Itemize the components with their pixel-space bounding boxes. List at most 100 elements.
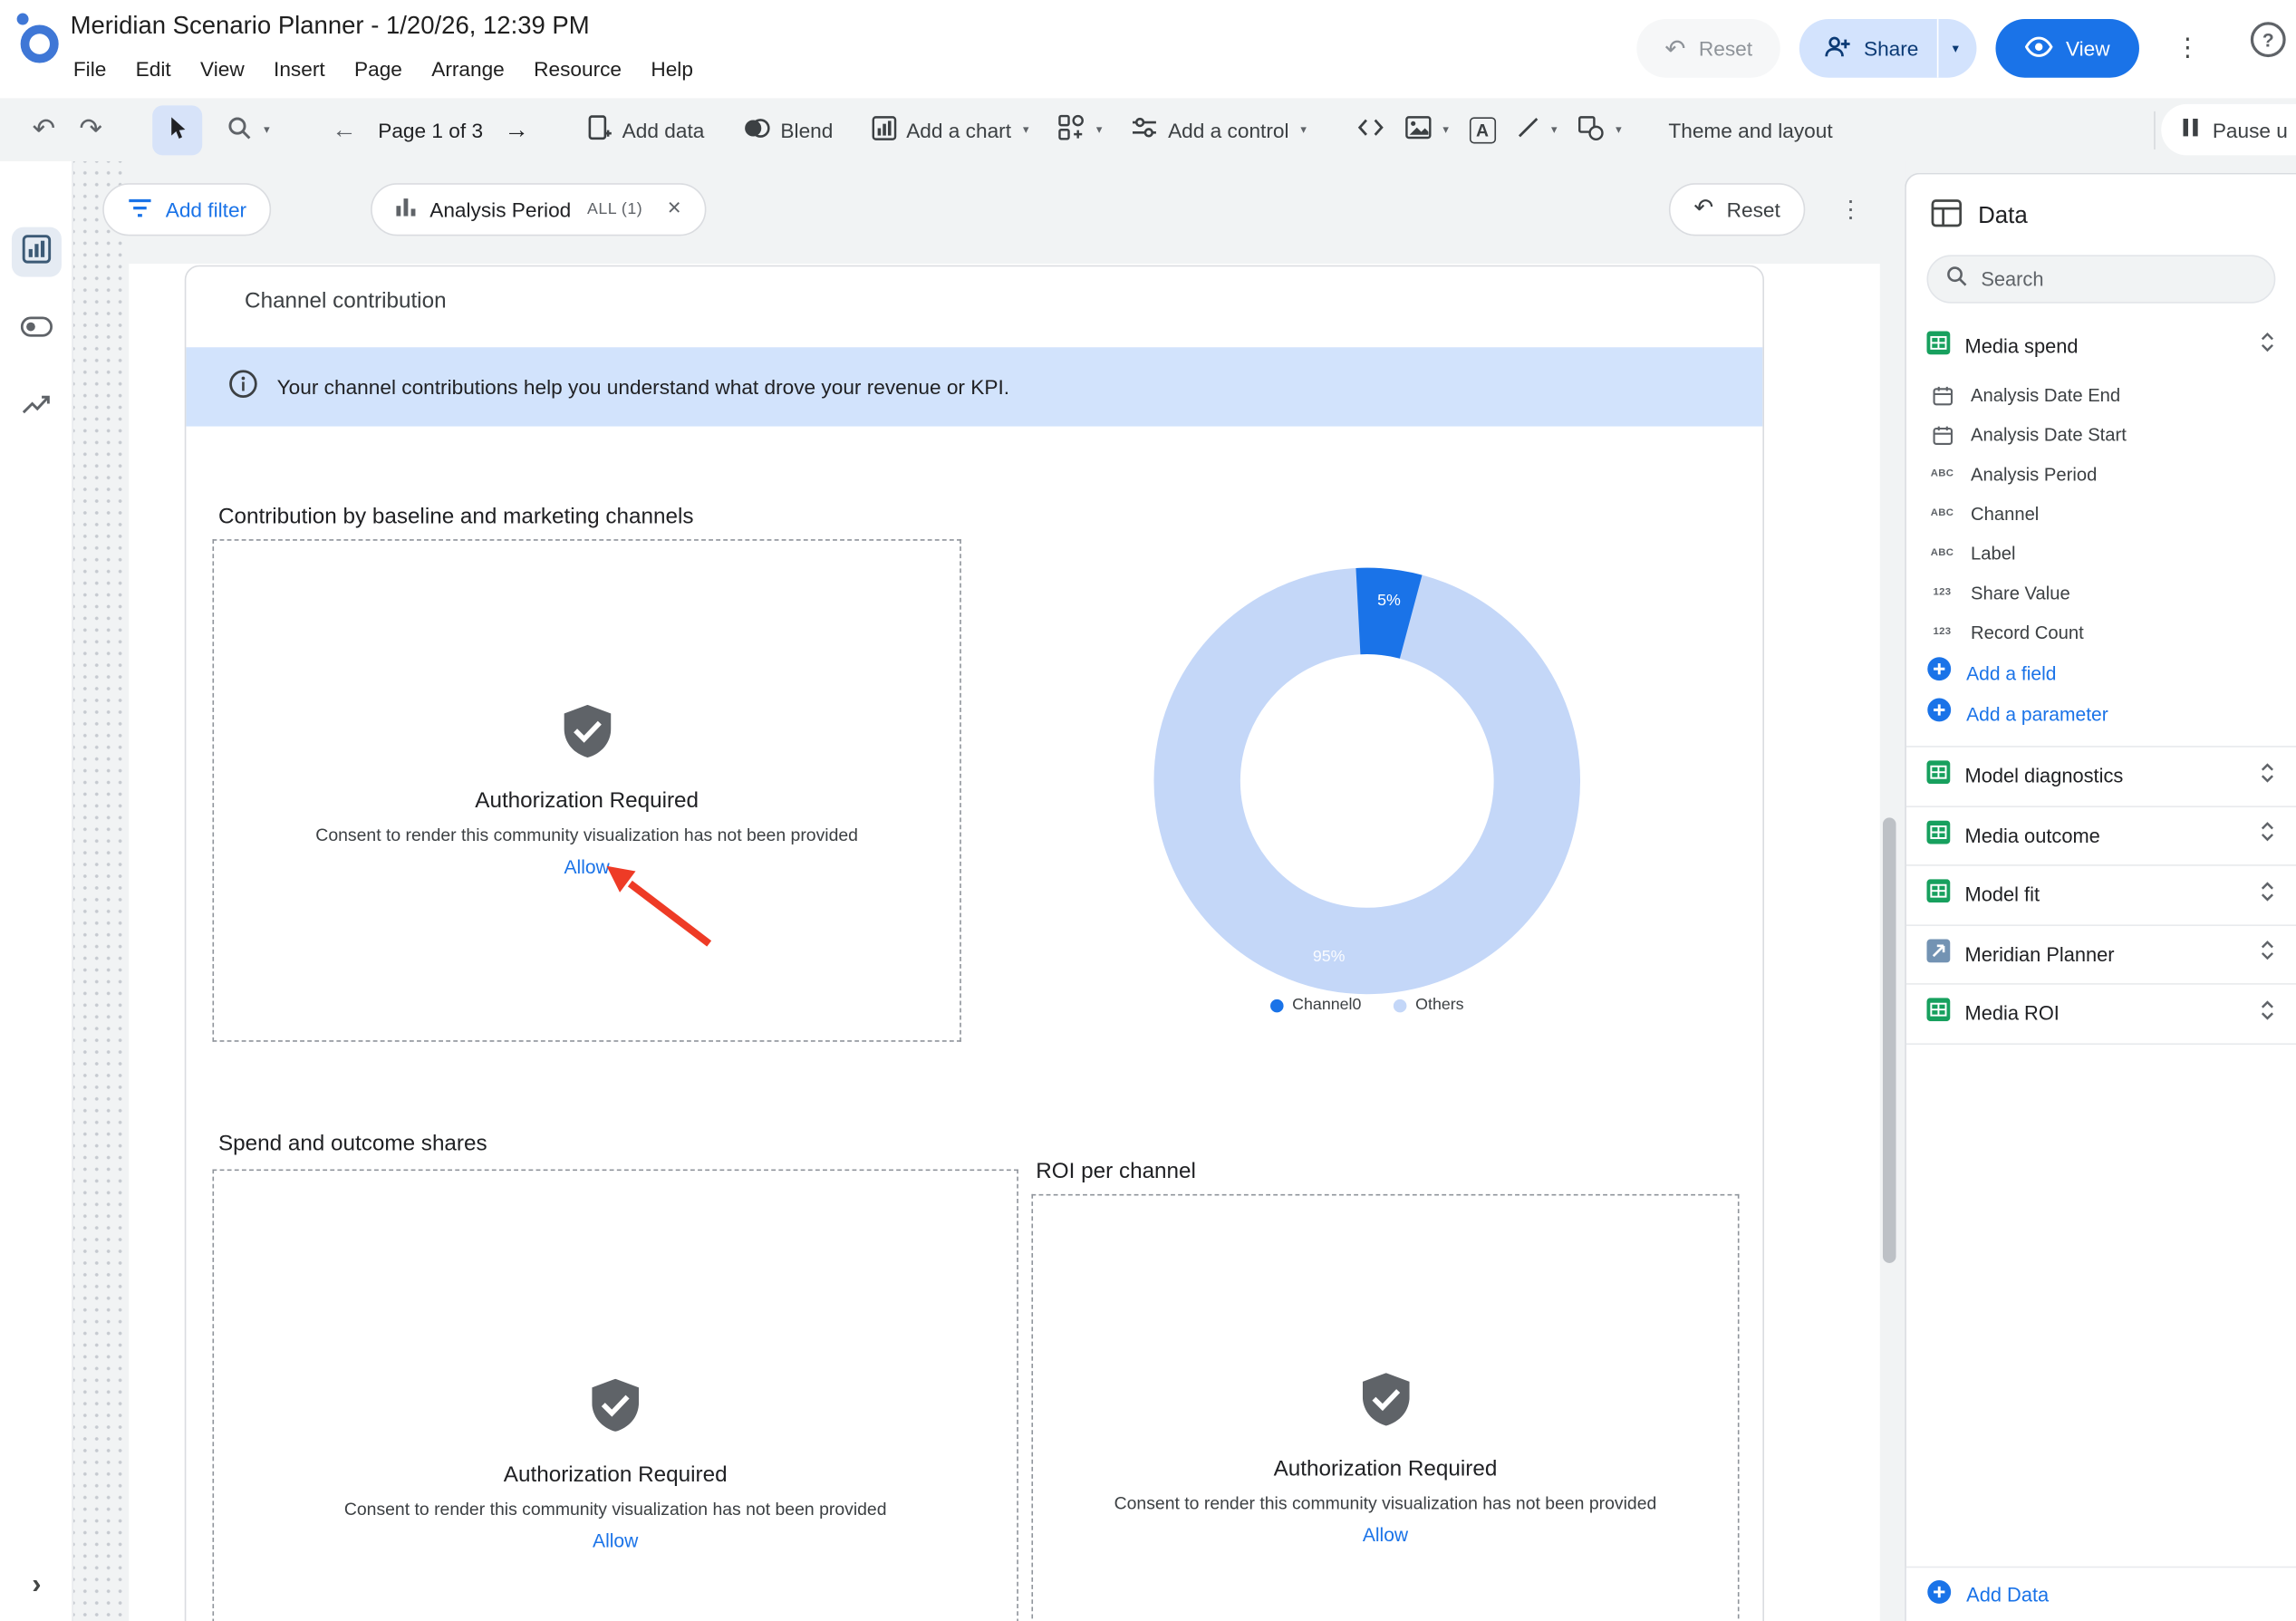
redo-button[interactable]: ↷ <box>67 105 114 153</box>
remove-filter-icon[interactable]: × <box>668 198 681 221</box>
add-parameter-button[interactable]: Add a parameter <box>1906 693 2296 734</box>
rail-report-charts-button[interactable] <box>11 227 61 277</box>
add-data-button[interactable]: Add data <box>575 105 715 153</box>
reset-button[interactable]: ↶ Reset <box>1637 19 1780 78</box>
undo-button[interactable]: ↶ <box>21 105 68 153</box>
data-source-label: Meridian Planner <box>1965 943 2245 965</box>
allow-link[interactable]: Allow <box>593 1529 638 1551</box>
menu-page[interactable]: Page <box>340 52 417 87</box>
line-tool-button[interactable]: ▾ <box>1506 105 1568 153</box>
canvas-scrollbar[interactable] <box>1883 817 1896 1263</box>
field-analysis-date-end[interactable]: Analysis Date End <box>1906 375 2296 415</box>
add-chart-button[interactable]: Add a chart ▾ <box>861 105 1039 153</box>
menu-file[interactable]: File <box>59 52 121 87</box>
filter-bar-more-button[interactable]: ⋮ <box>1826 185 1876 235</box>
data-source-media-outcome[interactable]: Media outcome <box>1906 806 2296 865</box>
legend-item-channel0[interactable]: Channel0 <box>1270 997 1361 1014</box>
select-tool-button[interactable] <box>152 105 202 155</box>
community-visualizations-button[interactable]: ▾ <box>1047 105 1112 153</box>
collapse-source-icon[interactable] <box>2260 331 2276 360</box>
share-button[interactable]: Share <box>1799 19 1938 78</box>
filter-chip-label: Analysis Period <box>429 198 571 221</box>
share-dropdown-button[interactable]: ▾ <box>1937 19 1976 78</box>
expand-source-icon[interactable] <box>2260 940 2276 969</box>
rail-trends-button[interactable] <box>11 382 61 432</box>
filter-icon <box>128 197 152 221</box>
zoom-tool-button[interactable]: ▾ <box>217 105 280 153</box>
filter-reset-button[interactable]: ↶ Reset <box>1669 183 1805 236</box>
eye-icon <box>2025 36 2053 61</box>
add-control-button[interactable]: Add a control ▾ <box>1121 105 1317 153</box>
auth-required-message: Consent to render this community visuali… <box>1114 1493 1657 1514</box>
image-icon <box>1404 116 1431 144</box>
page-indicator[interactable]: Page 1 of 3 <box>368 118 493 141</box>
data-source-media-roi[interactable]: Media ROI <box>1906 985 2296 1044</box>
add-field-button[interactable]: Add a field <box>1906 652 2296 693</box>
search-input[interactable] <box>1981 268 2230 290</box>
help-button[interactable]: ? <box>2251 22 2286 57</box>
section-title-spend-outcome: Spend and outcome shares <box>218 1131 487 1155</box>
pause-updates-button[interactable]: Pause u <box>2161 104 2296 156</box>
next-page-button[interactable]: → <box>493 105 540 153</box>
data-source-meridian-planner[interactable]: Meridian Planner <box>1906 925 2296 984</box>
donut-chart[interactable] <box>1153 567 1581 995</box>
previous-page-button[interactable]: ← <box>321 105 368 153</box>
text-type-icon: ABC <box>1926 548 1957 558</box>
blend-icon <box>742 117 770 143</box>
expand-source-icon[interactable] <box>2260 880 2276 909</box>
text-tool-button[interactable]: A <box>1459 105 1506 153</box>
report-title[interactable]: Meridian Scenario Planner - 1/20/26, 12:… <box>71 12 590 41</box>
data-source-model-diagnostics[interactable]: Model diagnostics <box>1906 748 2296 806</box>
field-record-count[interactable]: 123 Record Count <box>1906 613 2296 652</box>
view-button[interactable]: View <box>1995 19 2139 78</box>
field-share-value[interactable]: 123 Share Value <box>1906 573 2296 613</box>
menu-view[interactable]: View <box>186 52 259 87</box>
more-options-button[interactable]: ⋮ <box>2158 19 2217 78</box>
data-grid-icon <box>1931 199 1962 235</box>
data-source-label: Media ROI <box>1965 1003 2245 1025</box>
menu-insert[interactable]: Insert <box>259 52 340 87</box>
menu-edit[interactable]: Edit <box>121 52 186 87</box>
data-source-model-fit[interactable]: Model fit <box>1906 866 2296 925</box>
shield-icon <box>564 704 611 764</box>
toolbar: ↶ ↷ ▾ ← Page 1 of 3 → Add data Blend Add… <box>0 98 2296 161</box>
add-control-label: Add a control <box>1168 118 1288 141</box>
control-slider-icon <box>1132 116 1158 144</box>
community-viz-icon <box>1058 114 1085 145</box>
info-icon <box>228 369 257 405</box>
legend-item-others[interactable]: Others <box>1394 997 1464 1014</box>
embed-code-button[interactable] <box>1346 105 1394 153</box>
section-title-roi: ROI per channel <box>1036 1159 1196 1183</box>
expand-source-icon[interactable] <box>2260 821 2276 850</box>
add-data-footer-button[interactable]: Add Data <box>1906 1567 2296 1621</box>
toolbar-divider <box>2154 111 2156 150</box>
data-panel-header: Data <box>1906 174 2296 247</box>
allow-link[interactable]: Allow <box>1363 1524 1408 1546</box>
add-filter-button[interactable]: Add filter <box>102 183 271 236</box>
shape-tool-button[interactable]: ▾ <box>1568 105 1632 153</box>
undo-icon: ↶ <box>33 116 56 144</box>
filter-chip-analysis-period[interactable]: Analysis Period ALL (1) × <box>371 183 707 236</box>
expand-rail-button[interactable]: › <box>0 1569 73 1602</box>
rail-controls-button[interactable] <box>11 304 61 354</box>
code-icon <box>1356 117 1384 141</box>
data-search-box[interactable] <box>1926 255 2275 303</box>
field-channel[interactable]: ABC Channel <box>1906 494 2296 534</box>
legend-dot <box>1270 999 1284 1012</box>
number-type-icon: 123 <box>1926 587 1957 597</box>
blend-label: Blend <box>780 118 833 141</box>
data-source-media-spend[interactable]: Media spend <box>1906 323 2296 368</box>
viz-placeholder-contribution: Authorization Required Consent to render… <box>212 539 960 1042</box>
menu-arrange[interactable]: Arrange <box>417 52 519 87</box>
expand-source-icon[interactable] <box>2260 999 2276 1028</box>
expand-source-icon[interactable] <box>2260 761 2276 790</box>
field-analysis-date-start[interactable]: Analysis Date Start <box>1906 415 2296 455</box>
menu-resource[interactable]: Resource <box>519 52 636 87</box>
menu-help[interactable]: Help <box>636 52 708 87</box>
image-tool-button[interactable]: ▾ <box>1394 105 1459 153</box>
field-analysis-period[interactable]: ABC Analysis Period <box>1906 454 2296 494</box>
theme-layout-button[interactable]: Theme and layout <box>1658 105 1843 153</box>
info-banner: Your channel contributions help you unde… <box>186 347 1762 426</box>
blend-button[interactable]: Blend <box>732 105 844 153</box>
field-label[interactable]: ABC Label <box>1906 534 2296 574</box>
